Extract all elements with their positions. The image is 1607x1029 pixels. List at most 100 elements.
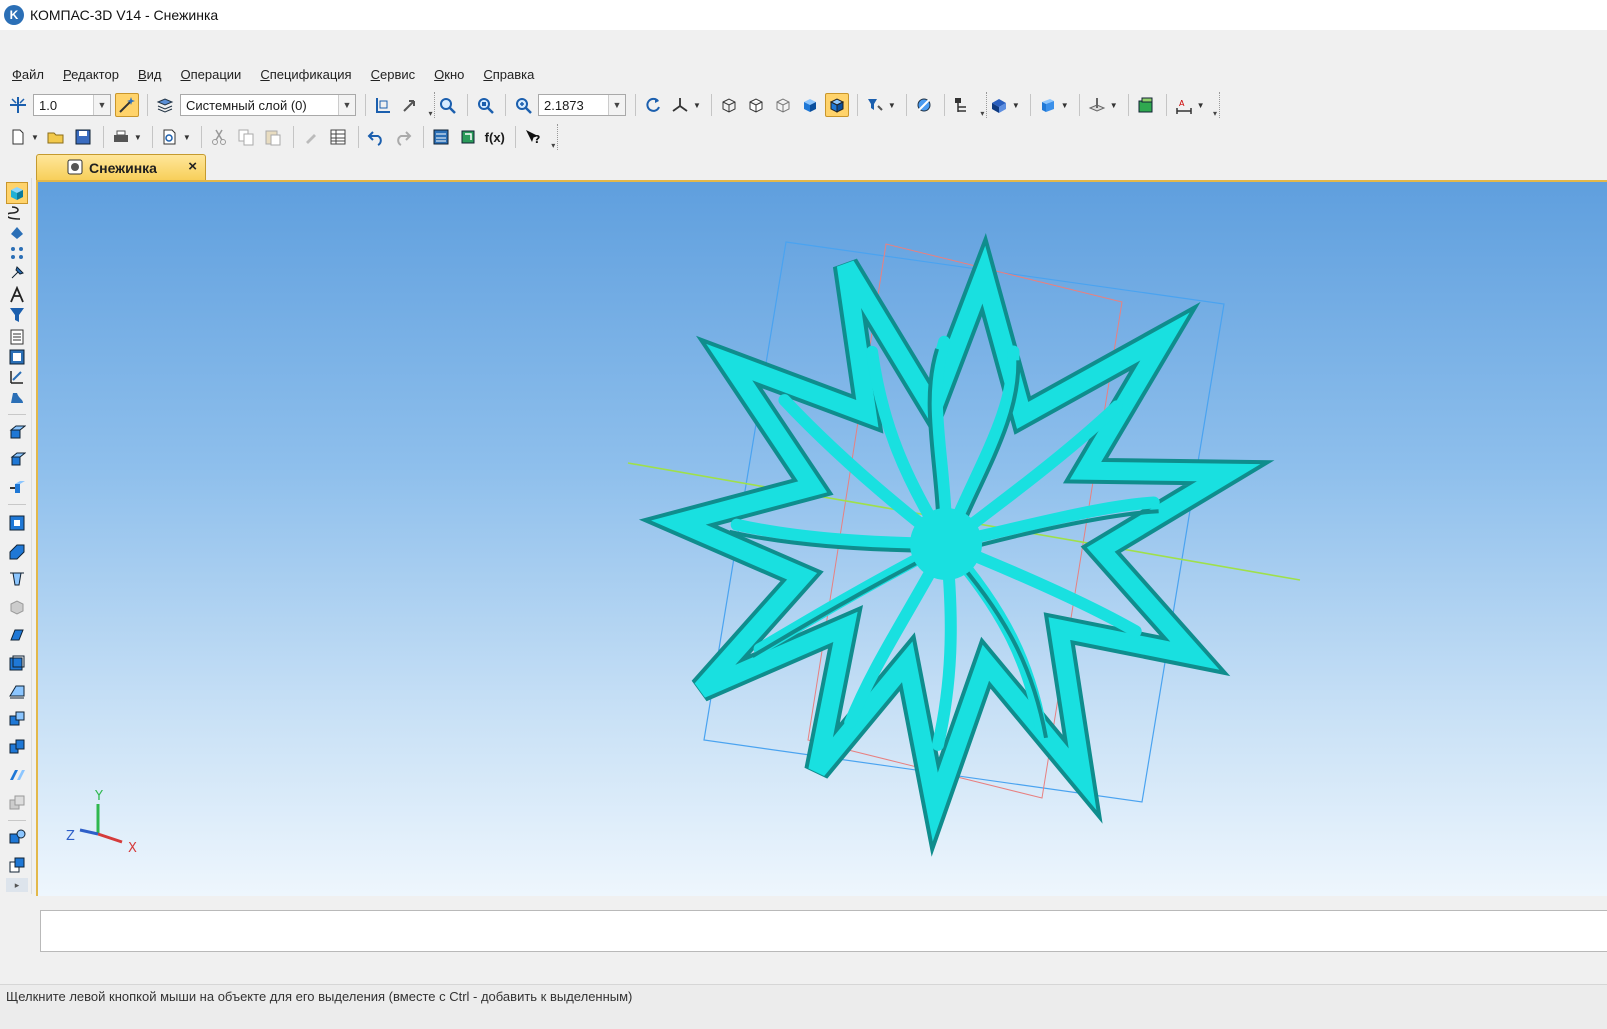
local-cs-button[interactable]	[371, 93, 395, 117]
chevron-down-icon[interactable]: ▼	[93, 95, 110, 115]
dropdown-arrow-icon[interactable]: ▼	[31, 133, 39, 142]
properties-button[interactable]	[326, 125, 350, 149]
snap-button[interactable]	[115, 93, 139, 117]
toolbar-grip[interactable]: ▾	[550, 124, 558, 150]
auxiliary-geometry-button[interactable]	[6, 262, 28, 284]
hidden-lines-button[interactable]	[744, 93, 768, 117]
constraints-button[interactable]	[6, 854, 28, 876]
revolve-button[interactable]	[6, 448, 28, 470]
properties-panel[interactable]	[40, 910, 1607, 952]
paste-button[interactable]	[261, 125, 285, 149]
open-button[interactable]	[44, 125, 68, 149]
toolbar-grip[interactable]: ▾	[979, 92, 987, 118]
thread-button[interactable]	[6, 792, 28, 814]
layers-button[interactable]	[153, 93, 177, 117]
diagnostics-button[interactable]	[6, 304, 28, 326]
chamfer-button[interactable]	[6, 596, 28, 618]
chevron-down-icon[interactable]: ▼	[338, 95, 355, 115]
menu-service[interactable]: Сервис	[371, 67, 416, 82]
wireframe-button[interactable]	[717, 93, 741, 117]
spatial-curves-button[interactable]	[6, 202, 28, 224]
surfaces-button[interactable]	[6, 222, 28, 244]
chevron-down-icon[interactable]: ▼	[608, 95, 625, 115]
cut-button[interactable]	[207, 125, 231, 149]
zoom-combo[interactable]: 2.1873 ▼	[538, 94, 626, 116]
dropdown-arrow-icon[interactable]: ▼	[1110, 101, 1118, 110]
rotate-button[interactable]	[641, 93, 665, 117]
shell-button[interactable]	[6, 624, 28, 646]
menu-window[interactable]: Окно	[434, 67, 464, 82]
sections-button[interactable]	[987, 93, 1011, 117]
zoom-all-button[interactable]	[473, 93, 497, 117]
toolbar-grip[interactable]: ▾	[1212, 92, 1220, 118]
menu-specification[interactable]: Спецификация	[260, 67, 351, 82]
extrude-button[interactable]	[6, 420, 28, 442]
dropdown-arrow-icon[interactable]: ▼	[1197, 101, 1205, 110]
step-cursor-button[interactable]	[6, 93, 30, 117]
incline-button[interactable]	[6, 680, 28, 702]
tab-snowflake[interactable]: Снежинка ×	[36, 154, 206, 180]
redo-button[interactable]	[391, 125, 415, 149]
boolean-button[interactable]	[6, 708, 28, 730]
filter-button[interactable]	[863, 93, 887, 117]
preview-button[interactable]	[158, 125, 182, 149]
variables-button[interactable]	[456, 125, 480, 149]
menu-view[interactable]: Вид	[138, 67, 162, 82]
halftone-button[interactable]	[798, 93, 822, 117]
mirror-button[interactable]	[6, 764, 28, 786]
arrays-button[interactable]	[6, 242, 28, 264]
orientation-button[interactable]	[668, 93, 692, 117]
fillet-button[interactable]	[6, 568, 28, 590]
menu-help[interactable]: Справка	[483, 67, 534, 82]
split-button[interactable]	[6, 736, 28, 758]
undo-button[interactable]	[364, 125, 388, 149]
dropdown-arrow-icon[interactable]: ▼	[888, 101, 896, 110]
menu-editor[interactable]: Редактор	[63, 67, 119, 82]
layer-combo[interactable]: Системный слой (0) ▼	[180, 94, 356, 116]
planes-button[interactable]	[1085, 93, 1109, 117]
context-help-button[interactable]: ?	[521, 125, 545, 149]
thin-lines-button[interactable]	[771, 93, 795, 117]
menu-file[interactable]: Файл	[12, 67, 44, 82]
dropdown-arrow-icon[interactable]: ▼	[183, 133, 191, 142]
dropdown-arrow-icon[interactable]: ▼	[1061, 101, 1069, 110]
dimensions-button[interactable]: A	[1172, 93, 1196, 117]
thin-lines-cube-icon	[776, 98, 790, 113]
model-viewport[interactable]: Y X Z	[36, 180, 1607, 896]
print-button[interactable]	[109, 125, 133, 149]
zoom-in-button[interactable]	[511, 93, 535, 117]
halftone-edges-button[interactable]	[824, 93, 849, 117]
rotate-cs-button[interactable]	[398, 93, 422, 117]
dropdown-arrow-icon[interactable]: ▼	[693, 101, 701, 110]
step-combo[interactable]: 1.0 ▼	[33, 94, 111, 116]
elements-button[interactable]	[6, 386, 28, 408]
library-button[interactable]	[1134, 93, 1158, 117]
cut-revolve-button[interactable]	[6, 540, 28, 562]
view-orient-button[interactable]	[1036, 93, 1060, 117]
cut-extrude-button[interactable]	[6, 512, 28, 534]
specification-button[interactable]	[6, 326, 28, 348]
manager-button[interactable]	[429, 125, 453, 149]
copy-button[interactable]	[234, 125, 258, 149]
tree-button[interactable]	[950, 93, 974, 117]
measure-button[interactable]	[6, 366, 28, 388]
dropdown-arrow-icon[interactable]: ▼	[1012, 101, 1020, 110]
sketch-button[interactable]	[6, 284, 28, 306]
expand-panel-button[interactable]: ▸	[6, 878, 28, 892]
menu-operations[interactable]: Операции	[180, 67, 241, 82]
reports-button[interactable]	[6, 346, 28, 368]
new-document-button[interactable]	[6, 125, 30, 149]
zoom-window-button[interactable]	[435, 93, 459, 117]
perspective-button[interactable]	[912, 93, 936, 117]
editing-part-panel-button[interactable]	[6, 182, 28, 204]
format-painter-button[interactable]	[299, 125, 323, 149]
toolbar-grip[interactable]: ▾	[427, 92, 435, 118]
kinematic-button[interactable]	[6, 476, 28, 498]
separator	[1127, 94, 1129, 116]
rib-button[interactable]	[6, 652, 28, 674]
save-button[interactable]	[71, 125, 95, 149]
component-button[interactable]	[6, 826, 28, 848]
close-icon[interactable]: ×	[188, 158, 197, 175]
dropdown-arrow-icon[interactable]: ▼	[134, 133, 142, 142]
fx-button[interactable]: f(x)	[483, 125, 507, 149]
